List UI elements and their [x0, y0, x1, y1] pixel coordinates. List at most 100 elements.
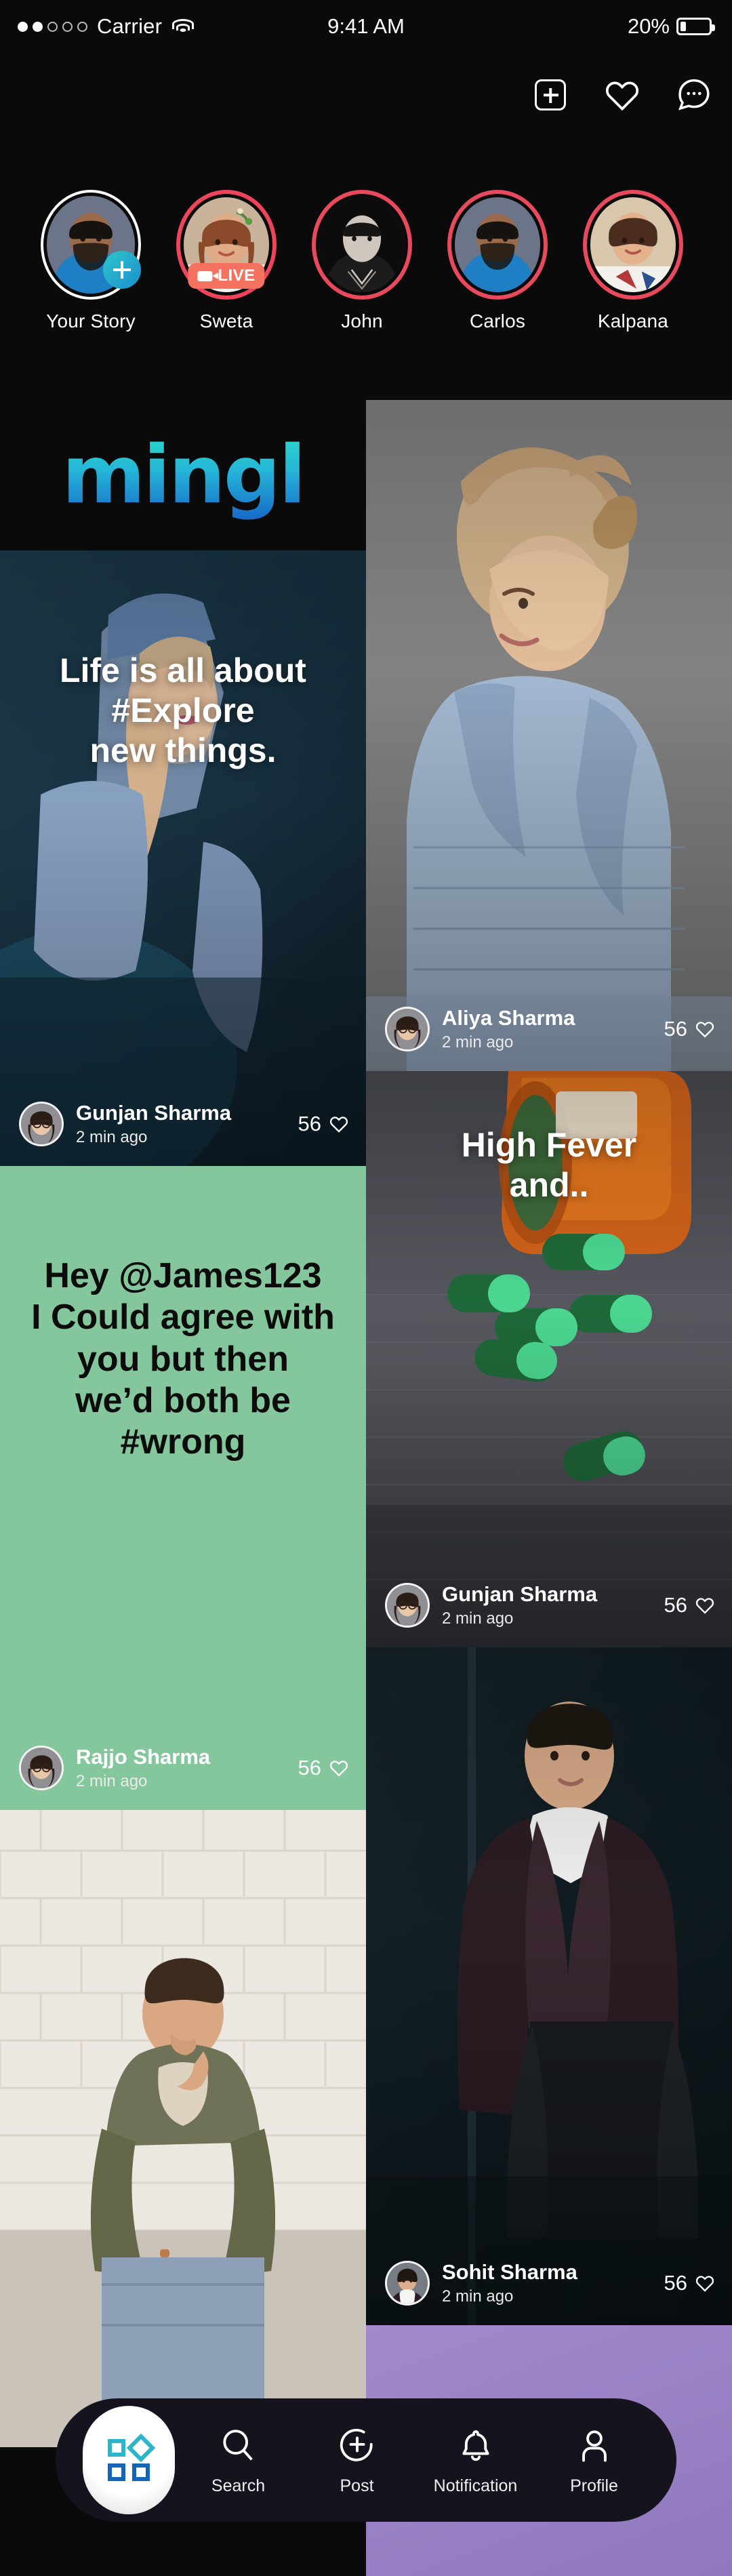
nav-profile[interactable]: Profile	[535, 2398, 653, 2522]
brand-logo-text: mingl	[62, 428, 306, 521]
author-avatar[interactable]	[385, 2261, 430, 2306]
story-label: Carlos	[469, 310, 526, 331]
post-meta: Gunjan Sharma 2 min ago 56	[19, 1101, 348, 1147]
post-caption: Hey @James123 I Could agree with you but t…	[31, 1256, 335, 1462]
header-actions	[531, 76, 713, 114]
author-name: Gunjan Sharma	[442, 1582, 598, 1606]
stories-row[interactable]: Your Story LIVE Sweta John Carlos Kalpan…	[0, 190, 732, 346]
story-ring-own	[41, 190, 141, 300]
like-control[interactable]: 56	[298, 1112, 348, 1136]
video-camera-icon	[197, 270, 219, 281]
nav-post[interactable]: Post	[298, 2398, 416, 2522]
like-control[interactable]: 56	[664, 2271, 714, 2295]
author-avatar[interactable]	[19, 1102, 64, 1146]
story-ring-live: LIVE	[176, 190, 277, 300]
post-card-fever[interactable]: High Fever and.. Gunjan Sharma 2 min ago…	[366, 1071, 732, 1647]
nav-search[interactable]: Search	[179, 2398, 298, 2522]
nav-profile-label: Profile	[570, 2476, 618, 2495]
story-ring	[447, 190, 548, 300]
post-card-wrong[interactable]: Hey @James123 I Could agree with you but t…	[0, 1166, 366, 1810]
nav-post-label: Post	[340, 2476, 374, 2495]
post-card-sohit[interactable]: Sohit Sharma 2 min ago 56	[366, 1647, 732, 2325]
nav-home[interactable]	[79, 2398, 179, 2522]
story-label: Your Story	[46, 310, 136, 331]
story-item-carlos[interactable]: Carlos	[430, 190, 565, 346]
battery-icon	[676, 18, 715, 35]
search-icon	[218, 2425, 260, 2467]
nav-home-active-pill	[83, 2406, 175, 2514]
brand-logo: mingl	[0, 407, 366, 542]
author-name: Gunjan Sharma	[76, 1101, 232, 1125]
author-info: Gunjan Sharma 2 min ago	[76, 1101, 231, 1147]
heart-icon	[695, 1022, 714, 1038]
post-image-thinker	[0, 1810, 366, 2447]
like-control[interactable]: 56	[664, 1593, 714, 1617]
avatar	[319, 197, 405, 292]
author-avatar[interactable]	[19, 1746, 64, 1790]
live-label: LIVE	[218, 266, 256, 285]
chat-bubble-dots-icon	[678, 79, 710, 110]
post-caption: High Fever and..	[461, 1126, 637, 1204]
avatar	[455, 197, 540, 292]
author-avatar[interactable]	[385, 1583, 430, 1628]
post-meta: Sohit Sharma 2 min ago 56	[385, 2260, 714, 2306]
story-label: Sweta	[199, 310, 253, 331]
messages-button[interactable]	[675, 76, 713, 114]
avatar	[590, 197, 676, 292]
story-ring	[583, 190, 683, 300]
story-label: John	[341, 310, 383, 331]
author-info: Gunjan Sharma 2 min ago	[442, 1582, 597, 1628]
story-item-kalpana[interactable]: Kalpana	[565, 190, 701, 346]
heart-icon	[606, 81, 638, 111]
add-story-badge-icon[interactable]	[103, 251, 141, 289]
nav-notification-label: Notification	[433, 2476, 518, 2495]
bottom-navigation-bar[interactable]: Search Post Notification Profile	[56, 2398, 676, 2522]
post-time: 2 min ago	[76, 1772, 148, 1790]
author-info: Sohit Sharma 2 min ago	[442, 2260, 577, 2306]
author-name: Rajjo Sharma	[76, 1745, 211, 1769]
post-time: 2 min ago	[442, 2287, 514, 2306]
story-item-sweta[interactable]: LIVE Sweta	[159, 190, 294, 346]
activity-button[interactable]	[603, 76, 641, 114]
person-icon	[573, 2425, 615, 2467]
author-info: Rajjo Sharma 2 min ago	[76, 1745, 210, 1791]
plus-box-icon	[535, 79, 566, 110]
post-caption: Life is all about #Explore new things.	[60, 651, 306, 769]
post-time: 2 min ago	[76, 1128, 148, 1146]
story-item-john[interactable]: John	[294, 190, 430, 346]
post-overlay	[366, 1647, 732, 2325]
author-avatar[interactable]	[385, 1007, 430, 1051]
story-ring	[312, 190, 412, 300]
author-info: Aliya Sharma 2 min ago	[442, 1006, 575, 1052]
like-control[interactable]: 56	[664, 1017, 714, 1041]
plus-circle-icon	[336, 2425, 378, 2467]
avatar-image	[455, 197, 540, 292]
like-control[interactable]: 56	[298, 1756, 348, 1780]
post-meta: Rajjo Sharma 2 min ago 56	[19, 1745, 348, 1791]
post-card-explore[interactable]: Life is all about #Explore new things. G…	[0, 550, 366, 1166]
grid-icon	[108, 2433, 156, 2481]
heart-icon	[695, 2276, 714, 2292]
status-bar: Carrier 9:41 AM 20%	[0, 0, 732, 53]
like-count: 56	[664, 1593, 687, 1617]
like-count: 56	[664, 1017, 687, 1041]
post-overlay	[366, 400, 732, 1071]
post-time: 2 min ago	[442, 1033, 514, 1051]
author-name: Sohit Sharma	[442, 2260, 577, 2284]
author-name: Aliya Sharma	[442, 1006, 575, 1030]
heart-icon	[329, 1760, 348, 1777]
story-item-your-story[interactable]: Your Story	[23, 190, 159, 346]
add-post-button[interactable]	[531, 76, 569, 114]
post-meta: Gunjan Sharma 2 min ago 56	[385, 1582, 714, 1628]
like-count: 56	[298, 1112, 321, 1135]
post-card-aliya[interactable]: Aliya Sharma 2 min ago 56	[366, 400, 732, 1071]
avatar-image	[590, 197, 676, 292]
live-badge: LIVE	[188, 263, 265, 289]
nav-notification[interactable]: Notification	[416, 2398, 535, 2522]
heart-icon	[329, 1116, 348, 1133]
heart-icon	[695, 1598, 714, 1614]
post-card-thinker[interactable]	[0, 1810, 366, 2447]
like-count: 56	[664, 2271, 687, 2295]
bell-icon	[455, 2425, 497, 2467]
clock-label: 9:41 AM	[327, 14, 405, 38]
